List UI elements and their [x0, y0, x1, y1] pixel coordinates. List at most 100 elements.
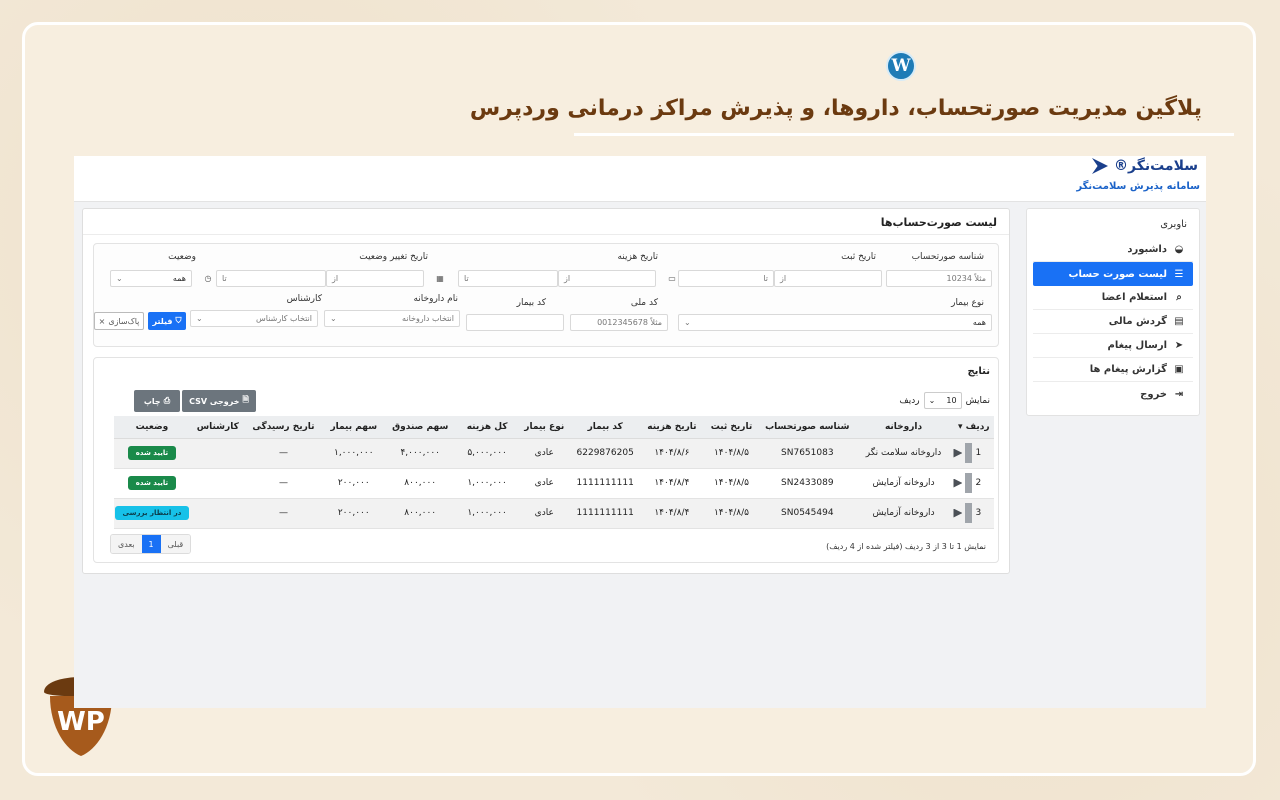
status-badge: تایید شده: [127, 446, 177, 460]
total-cell: ۱,۰۰۰,۰۰۰: [454, 468, 520, 499]
sidebar-item-finance[interactable]: ▤ گردش مالی: [1033, 310, 1193, 334]
sidebar-item-message-report[interactable]: ▣ گزارش پیغام ها: [1033, 358, 1193, 382]
reg-date-cell: ۱۴۰۴/۸/۵: [701, 498, 761, 529]
invoice-cell: SN7651083: [761, 438, 854, 469]
column-header[interactable]: نوع بیمار: [519, 416, 569, 439]
patient-code-cell: 1111111111: [568, 498, 642, 529]
patient-share-cell: ۲۰۰,۰۰۰: [321, 498, 387, 529]
patient-code-input[interactable]: [466, 314, 564, 331]
calendar-icon[interactable]: ▭: [666, 270, 678, 287]
column-header[interactable]: وضعیت: [114, 416, 190, 439]
sidebar-item-invoice-list[interactable]: ☰ لیست صورت حساب: [1033, 262, 1193, 286]
page-length-control: نمایش 10 ⌄ ردیف: [899, 392, 990, 409]
expand-arrow-icon[interactable]: [953, 478, 963, 488]
status-date-from-input[interactable]: از: [326, 270, 424, 287]
row-number-cell[interactable]: 1: [953, 438, 994, 469]
column-header[interactable]: سهم بیمار: [321, 416, 387, 439]
reg-date-to-input[interactable]: تا: [678, 270, 774, 287]
table-row[interactable]: 3 داروخانه آزمایش SN0545494 ۱۴۰۴/۸/۵ ۱۴۰…: [114, 498, 994, 529]
to-text: تا: [464, 274, 469, 283]
review-date-cell: —: [245, 468, 322, 499]
patient-type-select[interactable]: همه ⌄: [678, 314, 992, 331]
sidebar-item-send-message[interactable]: ➤ ارسال پیغام: [1033, 334, 1193, 358]
pagination-page-1[interactable]: 1: [141, 535, 161, 553]
invoices-table: ردیف ▾ داروخانه شناسه صورتحساب تاریخ ثبت…: [114, 416, 994, 529]
expert-label: کارشناس: [286, 294, 322, 304]
fund-cell: ۴,۰۰۰,۰۰۰: [386, 438, 455, 469]
cost-date-to-input[interactable]: تا: [458, 270, 558, 287]
expand-arrow-icon[interactable]: [953, 508, 963, 518]
filter-button[interactable]: ⛉ فیلتر: [148, 312, 186, 330]
row-number-cell[interactable]: 2: [953, 468, 994, 499]
cost-date-label: تاریخ هزینه: [617, 252, 658, 262]
patient-type-cell: عادی: [519, 468, 569, 499]
column-header[interactable]: تاریخ رسیدگی: [245, 416, 322, 439]
table-header-row: ردیف ▾ داروخانه شناسه صورتحساب تاریخ ثبت…: [114, 416, 994, 439]
status-cell: در انتظار بررسی: [114, 498, 190, 529]
pharmacy-select[interactable]: انتخاب داروخانه ⌄: [324, 310, 460, 327]
pagination-next[interactable]: بعدی: [111, 535, 142, 553]
invoice-id-input[interactable]: مثلاً 10234: [886, 270, 992, 287]
pagination: قبلی 1 بعدی: [110, 534, 192, 554]
csv-export-button[interactable]: 🗎 خروجی CSV: [182, 390, 256, 412]
expand-arrow-icon[interactable]: [953, 448, 963, 458]
reg-date-cell: ۱۴۰۴/۸/۵: [701, 468, 761, 499]
column-header[interactable]: کد بیمار: [568, 416, 642, 439]
sidebar-item-label: ارسال پیغام: [1107, 340, 1168, 351]
funnel-icon: ⛉: [175, 316, 182, 325]
to-text: تا: [763, 274, 768, 283]
column-header[interactable]: داروخانه: [853, 416, 954, 439]
column-header[interactable]: شناسه صورتحساب: [761, 416, 854, 439]
sidebar-item-logout[interactable]: ⇥ خروج: [1033, 382, 1193, 406]
brand-logo[interactable]: سلامت‌نگر®: [1092, 158, 1198, 174]
total-cell: ۵,۰۰۰,۰۰۰: [454, 438, 520, 469]
pagination-prev[interactable]: قبلی: [160, 535, 191, 553]
headline-underline: [574, 133, 1234, 136]
column-header[interactable]: ردیف ▾: [953, 416, 994, 439]
clear-button[interactable]: پاک‌سازی ×: [94, 312, 144, 330]
calendar-icon[interactable]: ▦: [434, 270, 446, 287]
cost-date-from-input[interactable]: از: [558, 270, 656, 287]
page-title: لیست صورت‌حساب‌ها: [83, 209, 1009, 235]
national-code-input[interactable]: مثلاً 0012345678: [570, 314, 668, 331]
expert-select[interactable]: انتخاب کارشناس ⌄: [190, 310, 318, 327]
report-icon: ▣: [1174, 364, 1184, 375]
column-header[interactable]: کارشناس: [189, 416, 246, 439]
table-row[interactable]: 2 داروخانه آزمایش SN2433089 ۱۴۰۴/۸/۵ ۱۴۰…: [114, 468, 994, 499]
main-panel: لیست صورت‌حساب‌ها شناسه صورتحساب تاریخ ث…: [82, 208, 1010, 574]
rows-label: ردیف: [899, 395, 920, 406]
row-expand-bar: [965, 473, 973, 493]
print-button[interactable]: ⎙ چاپ: [134, 390, 180, 412]
sidebar-item-member-inquiry[interactable]: ⌕ استعلام اعضا: [1033, 286, 1193, 310]
brand-mark-icon: [1092, 158, 1108, 174]
close-icon: ×: [98, 316, 106, 326]
csv-button-label: خروجی CSV: [189, 396, 240, 406]
expert-placeholder: انتخاب کارشناس: [256, 314, 312, 323]
sidebar: ناوبری ◒ داشبورد ☰ لیست صورت حساب ⌕ استع…: [1026, 208, 1200, 416]
filter-button-label: فیلتر: [152, 316, 173, 326]
patient-type-cell: عادی: [519, 438, 569, 469]
column-header[interactable]: کل هزینه: [454, 416, 520, 439]
clock-icon[interactable]: ◷: [202, 270, 214, 287]
document-icon: ▤: [1174, 316, 1184, 327]
to-text: تا: [222, 274, 227, 283]
print-button-label: چاپ: [143, 396, 161, 406]
reg-date-from-input[interactable]: از: [774, 270, 882, 287]
sidebar-item-dashboard[interactable]: ◒ داشبورد: [1033, 238, 1193, 262]
pharmacy-cell: داروخانه آزمایش: [853, 498, 954, 529]
table-row[interactable]: 1 داروخانه سلامت نگر SN7651083 ۱۴۰۴/۸/۵ …: [114, 438, 994, 469]
column-header[interactable]: تاریخ هزینه: [641, 416, 702, 439]
row-number-cell[interactable]: 3: [953, 498, 994, 529]
sidebar-item-label: گردش مالی: [1108, 316, 1167, 327]
page-length-select[interactable]: 10 ⌄: [923, 392, 962, 409]
chevron-down-icon: ⌄: [196, 314, 203, 323]
patient-code-cell: 1111111111: [568, 468, 642, 499]
invoice-id-label: شناسه صورتحساب: [911, 252, 984, 262]
status-badge: در انتظار بررسی: [114, 506, 190, 520]
column-header[interactable]: سهم صندوق: [386, 416, 455, 439]
column-header[interactable]: تاریخ ثبت: [701, 416, 761, 439]
expert-cell: [189, 498, 246, 529]
status-select[interactable]: همه ⌄: [110, 270, 192, 287]
row-number: 1: [975, 448, 982, 458]
status-date-to-input[interactable]: تا: [216, 270, 326, 287]
